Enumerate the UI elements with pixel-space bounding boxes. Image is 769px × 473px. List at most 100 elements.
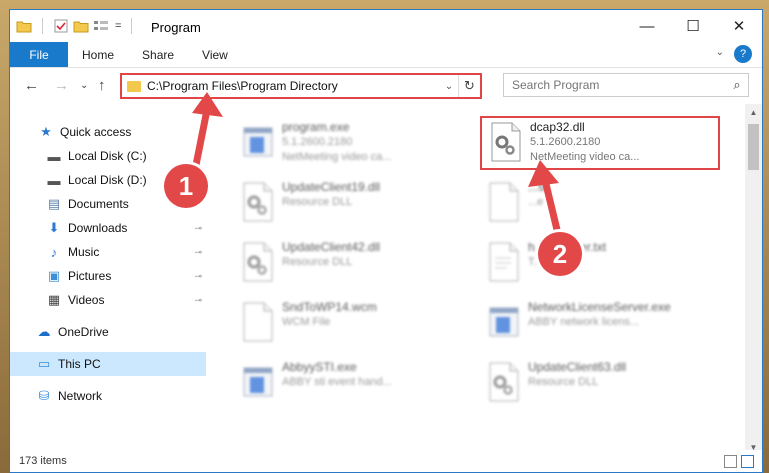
address-path[interactable]: C:\Program Files\Program Directory (147, 79, 440, 93)
search-icon[interactable]: ⌕ (726, 77, 748, 93)
tab-home[interactable]: Home (68, 42, 128, 67)
file-item[interactable]: UpdateClient63.dll Resource DLL (480, 358, 720, 412)
network-icon: ⛁ (38, 388, 50, 403)
view-options-icon[interactable] (93, 18, 111, 34)
file-item[interactable]: AbbyySTI.exe ABBY sti event hand... (234, 358, 474, 412)
file-description: NetMeeting video ca... (282, 151, 392, 163)
scroll-up-icon[interactable]: ▲ (745, 104, 762, 121)
file-description: NetMeeting video ca... (530, 151, 640, 163)
pin-icon: ⊸ (194, 246, 202, 257)
forward-button[interactable]: → (54, 77, 69, 94)
dll-gear-icon (242, 182, 274, 222)
status-bar: 173 items (10, 450, 762, 472)
sidebar-item-videos[interactable]: ▦ Videos ⊸ (10, 288, 206, 312)
file-item[interactable]: UpdateClient19.dll Resource DLL (234, 178, 474, 232)
tab-view[interactable]: View (188, 42, 242, 67)
download-icon: ⬇ (48, 220, 60, 235)
annotation-step-1: 1 (164, 164, 208, 208)
dll-gear-icon (242, 242, 274, 282)
sidebar-item-network[interactable]: ⛁ Network (10, 384, 206, 408)
file-name: program.exe (282, 120, 350, 134)
drive-icon: ▬ (47, 172, 61, 188)
file-item[interactable]: dcap32.dll 5.1.2600.2180 NetMeeting video … (480, 116, 720, 170)
file-item[interactable]: NetworkLicenseServer.exe ABBY network lic… (480, 298, 720, 352)
file-item[interactable]: SndToWP14.wcm WCM File (234, 298, 474, 352)
up-button[interactable]: ↑ (98, 77, 106, 94)
blank-file-icon (242, 302, 274, 342)
file-version: Resource DLL (282, 196, 353, 208)
file-item[interactable]: UpdateClient42.dll Resource DLL (234, 238, 474, 292)
music-icon: ♪ (50, 244, 58, 260)
sidebar-item-label: Videos (68, 293, 105, 307)
tab-share[interactable]: Share (128, 42, 188, 67)
documents-icon: ▤ (47, 196, 61, 211)
star-icon: ★ (40, 124, 52, 139)
minimize-button[interactable]: — (624, 10, 670, 42)
navigation-bar: ← → ⌄ ↑ C:\Program Files\Program Directo… (10, 68, 762, 104)
file-item[interactable]: ...sk ...e (480, 178, 720, 232)
new-folder-icon[interactable] (73, 19, 89, 33)
sidebar-item-label: Music (68, 245, 100, 259)
sidebar-item-music[interactable]: ♪ Music ⊸ (10, 240, 206, 264)
search-box[interactable]: ⌕ (503, 73, 749, 97)
file-version: ...e (528, 196, 544, 208)
address-dropdown-icon[interactable]: ⌄ (440, 81, 458, 92)
view-switcher (724, 455, 754, 468)
sidebar-item-label: This PC (58, 357, 101, 371)
file-item[interactable]: program.exe 5.1.2600.2180 NetMeeting video… (234, 118, 474, 172)
sidebar-item-this-pc[interactable]: ▭ This PC (10, 352, 206, 376)
scrollbar-thumb[interactable] (748, 124, 759, 170)
toolbar-divider (131, 18, 133, 34)
back-button[interactable]: ← (24, 77, 39, 94)
help-icon[interactable]: ? (734, 45, 752, 63)
sidebar-item-quick-access[interactable]: ★ Quick access (10, 120, 206, 144)
tab-file[interactable]: File (10, 42, 68, 67)
pin-icon: ⊸ (194, 222, 202, 233)
quick-access-toolbar: = (16, 18, 138, 34)
file-version: ABBY sti event hand... (282, 376, 392, 388)
file-name: AbbyySTI.exe (282, 360, 357, 374)
minimize-icon: — (639, 17, 655, 35)
sidebar-item-pictures[interactable]: ▣ Pictures ⊸ (10, 264, 206, 288)
file-version: 5.1.2600.2180 (282, 136, 353, 148)
file-item[interactable]: h...eReader.txtT... (480, 238, 720, 292)
close-button[interactable]: ✕ (716, 10, 762, 42)
search-input[interactable] (512, 78, 726, 92)
file-version: Resource DLL (528, 376, 599, 388)
title-bar: = Program — ☐ ✕ (10, 10, 762, 42)
exe-icon (242, 122, 274, 162)
sidebar-item-onedrive[interactable]: ☁ OneDrive (10, 320, 206, 344)
pictures-icon: ▣ (47, 268, 61, 283)
sidebar-item-local-disk-c[interactable]: ▬ Local Disk (C:) (10, 144, 206, 168)
details-view-icon[interactable] (724, 455, 737, 468)
ribbon-tabs: File Home Share View ⌄ ? (10, 42, 762, 68)
toolbar-divider (42, 18, 43, 34)
explorer-window: = Program — ☐ ✕ File Home Share View ⌄ ?… (9, 9, 763, 473)
sidebar-item-label: Documents (68, 197, 129, 211)
large-icons-view-icon[interactable] (741, 455, 754, 468)
sidebar-item-downloads[interactable]: ⬇ Downloads ⊸ (10, 216, 206, 240)
address-bar[interactable]: C:\Program Files\Program Directory ⌄ ↻ (120, 73, 482, 99)
dll-gear-icon (488, 362, 520, 402)
refresh-icon[interactable]: ↻ (458, 75, 480, 97)
recent-locations-button[interactable]: ⌄ (80, 80, 88, 91)
cloud-icon: ☁ (37, 324, 51, 339)
vertical-scrollbar[interactable]: ▲ ▼ (745, 104, 762, 456)
sidebar-item-label: Local Disk (D:) (68, 173, 147, 187)
file-version: WCM File (282, 316, 331, 328)
videos-icon: ▦ (47, 292, 61, 307)
expand-ribbon-icon[interactable]: ⌄ (716, 47, 724, 58)
sidebar-item-label: Local Disk (C:) (68, 149, 147, 163)
maximize-button[interactable]: ☐ (670, 10, 716, 42)
folder-icon (127, 80, 141, 92)
close-icon: ✕ (732, 18, 746, 35)
file-name: NetworkLicenseServer.exe (528, 300, 671, 314)
file-list: program.exe 5.1.2600.2180 NetMeeting video… (206, 104, 746, 456)
drive-icon: ▬ (47, 148, 61, 164)
window-title: Program (151, 20, 201, 35)
properties-icon[interactable] (53, 18, 69, 34)
quick-access-dropdown[interactable]: = (115, 20, 121, 32)
exe-icon (242, 362, 274, 402)
file-version: Resource DLL (282, 256, 353, 268)
sidebar-item-label: Network (58, 389, 103, 403)
